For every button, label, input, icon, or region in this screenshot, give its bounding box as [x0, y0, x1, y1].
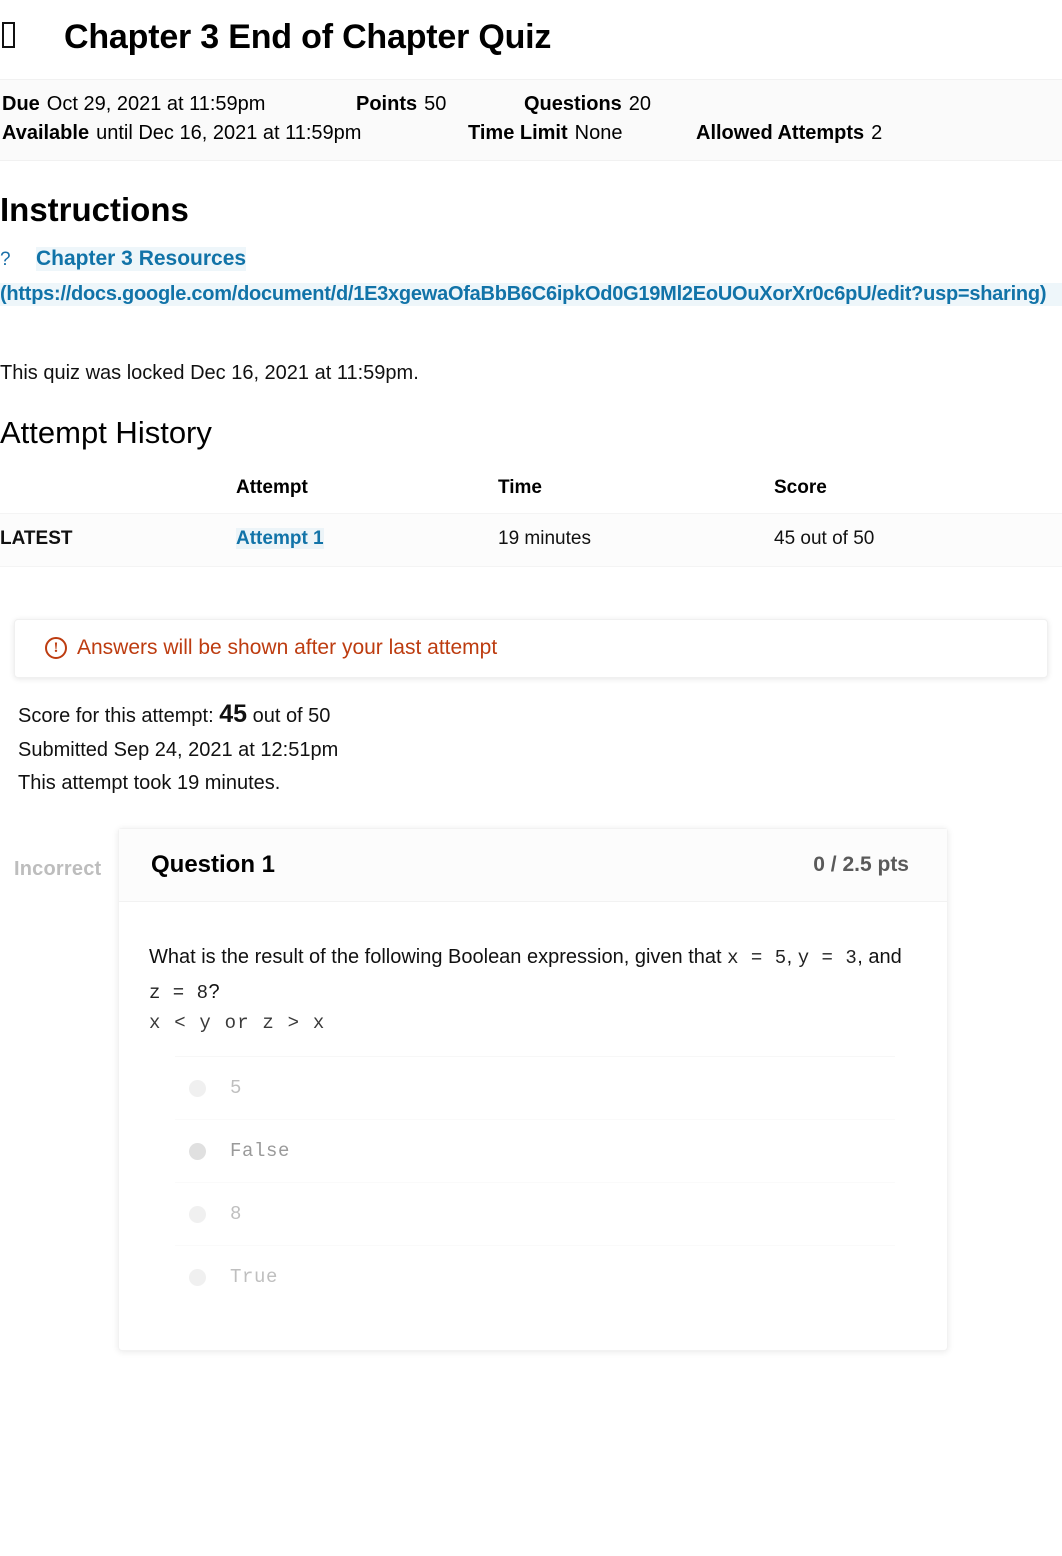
column-header-time: Time: [498, 477, 543, 498]
attempt-latest-badge: LATEST: [0, 513, 236, 567]
score-value: 45: [219, 700, 248, 728]
quiz-allowed-attempts: Allowed Attempts 2: [696, 122, 882, 145]
radio-icon[interactable]: [189, 1079, 206, 1097]
questions-value: 20: [628, 93, 652, 115]
resource-line: ? Chapter 3 Resources: [0, 247, 1062, 271]
points-label: Points: [356, 93, 418, 115]
score-for-attempt-line: Score for this attempt: 45 out of 50: [18, 695, 1062, 734]
radio-icon[interactable]: [189, 1142, 206, 1160]
attempt-score-cell: 45 out of 50: [774, 513, 1062, 567]
score-suffix: out of 50: [252, 705, 331, 727]
column-header-attempt: Attempt: [236, 477, 308, 498]
answer-label: 8: [230, 1203, 243, 1225]
chapter-3-resources-link[interactable]: Chapter 3 Resources: [36, 247, 247, 271]
answer-option-2[interactable]: False: [175, 1119, 895, 1182]
attempt-history-section: Attempt History Attempt Time Score LATES…: [0, 415, 1062, 567]
answer-label: False: [230, 1140, 291, 1162]
column-header-score: Score: [774, 477, 827, 498]
attempt-cell: Attempt 1: [236, 513, 498, 567]
instructions-heading: Instructions: [0, 191, 189, 228]
quiz-meta-row-2: Available until Dec 16, 2021 at 11:59pm …: [0, 119, 1062, 148]
question-mark-icon: ?: [0, 249, 11, 270]
prompt-end: ?: [208, 981, 220, 1003]
table-header-row: Attempt Time Score: [0, 469, 1062, 514]
instructions-section: Instructions ? Chapter 3 Resources (http…: [0, 191, 1062, 385]
quiz-due: Due Oct 29, 2021 at 11:59pm: [2, 93, 356, 116]
available-value: until Dec 16, 2021 at 11:59pm: [96, 122, 362, 144]
chapter-3-resources-url[interactable]: (https://docs.google.com/document/d/1E3x…: [0, 283, 1062, 306]
quiz-questions: Questions 20: [524, 93, 651, 116]
quiz-points: Points 50: [356, 93, 524, 116]
submitted-line: Submitted Sep 24, 2021 at 12:51pm: [18, 739, 339, 761]
attempt-history-table: Attempt Time Score LATEST Attempt 1 19 m…: [0, 469, 1062, 567]
answer-options: 5 False 8 True: [149, 1056, 913, 1342]
prompt-sep-1: ,: [786, 946, 798, 968]
question-card: Question 1 0 / 2.5 pts What is the resul…: [118, 828, 948, 1351]
answers-notice-alert: ! Answers will be shown after your last …: [14, 619, 1048, 678]
question-title: Question 1: [151, 851, 276, 878]
attempt-time-cell: 19 minutes: [498, 513, 774, 567]
answers-notice-text: Answers will be shown after your last at…: [77, 636, 498, 659]
score-summary: Score for this attempt: 45 out of 50 Sub…: [0, 695, 1062, 800]
prompt-code-z: z = 8: [149, 982, 209, 1004]
answer-option-4[interactable]: True: [175, 1245, 895, 1308]
attempt-1-link[interactable]: Attempt 1: [236, 528, 324, 549]
available-label: Available: [2, 122, 90, 144]
quiz-time-limit: Time Limit None: [468, 122, 696, 145]
question-points: 0 / 2.5 pts: [813, 853, 909, 876]
question-status-badge: Incorrect: [14, 858, 102, 880]
question-expression: x < y or z > x: [149, 1012, 326, 1034]
radio-icon[interactable]: [189, 1268, 206, 1286]
quiz-locked-note: This quiz was locked Dec 16, 2021 at 11:…: [0, 362, 419, 384]
exclamation-circle-icon: !: [45, 637, 67, 659]
attempt-history-heading: Attempt History: [0, 415, 212, 450]
quiz-rocket-icon: [2, 21, 32, 54]
quiz-available: Available until Dec 16, 2021 at 11:59pm: [2, 122, 468, 145]
questions-label: Questions: [524, 93, 622, 115]
answer-label: 5: [230, 1077, 243, 1099]
time-limit-value: None: [574, 122, 623, 144]
page-title: Chapter 3 End of Chapter Quiz: [64, 18, 552, 56]
points-value: 50: [424, 93, 447, 115]
answer-label: True: [230, 1266, 279, 1288]
question-header: Question 1 0 / 2.5 pts: [119, 829, 947, 902]
question-body: What is the result of the following Bool…: [119, 902, 947, 1350]
quiz-header: Chapter 3 End of Chapter Quiz: [0, 0, 1062, 79]
question-prompt: What is the result of the following Bool…: [149, 940, 913, 1010]
answer-option-3[interactable]: 8: [175, 1182, 895, 1245]
prompt-sep-2: , and: [857, 946, 902, 968]
prompt-part-1: What is the result of the following Bool…: [149, 946, 728, 968]
answer-option-1[interactable]: 5: [175, 1056, 895, 1119]
time-limit-label: Time Limit: [468, 122, 568, 144]
quiz-meta-row-1: Due Oct 29, 2021 at 11:59pm Points 50 Qu…: [0, 90, 1062, 119]
quiz-meta-band: Due Oct 29, 2021 at 11:59pm Points 50 Qu…: [0, 79, 1062, 161]
due-label: Due: [2, 93, 40, 115]
duration-line: This attempt took 19 minutes.: [18, 772, 281, 794]
radio-icon[interactable]: [189, 1205, 206, 1223]
due-value: Oct 29, 2021 at 11:59pm: [46, 93, 266, 115]
table-row: LATEST Attempt 1 19 minutes 45 out of 50: [0, 513, 1062, 567]
question-block: Incorrect Question 1 0 / 2.5 pts What is…: [0, 828, 1062, 1351]
score-prefix: Score for this attempt:: [18, 705, 214, 727]
allowed-attempts-value: 2: [871, 122, 883, 144]
allowed-attempts-label: Allowed Attempts: [696, 122, 865, 144]
prompt-code-x: x = 5: [727, 947, 787, 969]
prompt-code-y: y = 3: [797, 947, 858, 969]
column-header-blank: [0, 469, 236, 514]
